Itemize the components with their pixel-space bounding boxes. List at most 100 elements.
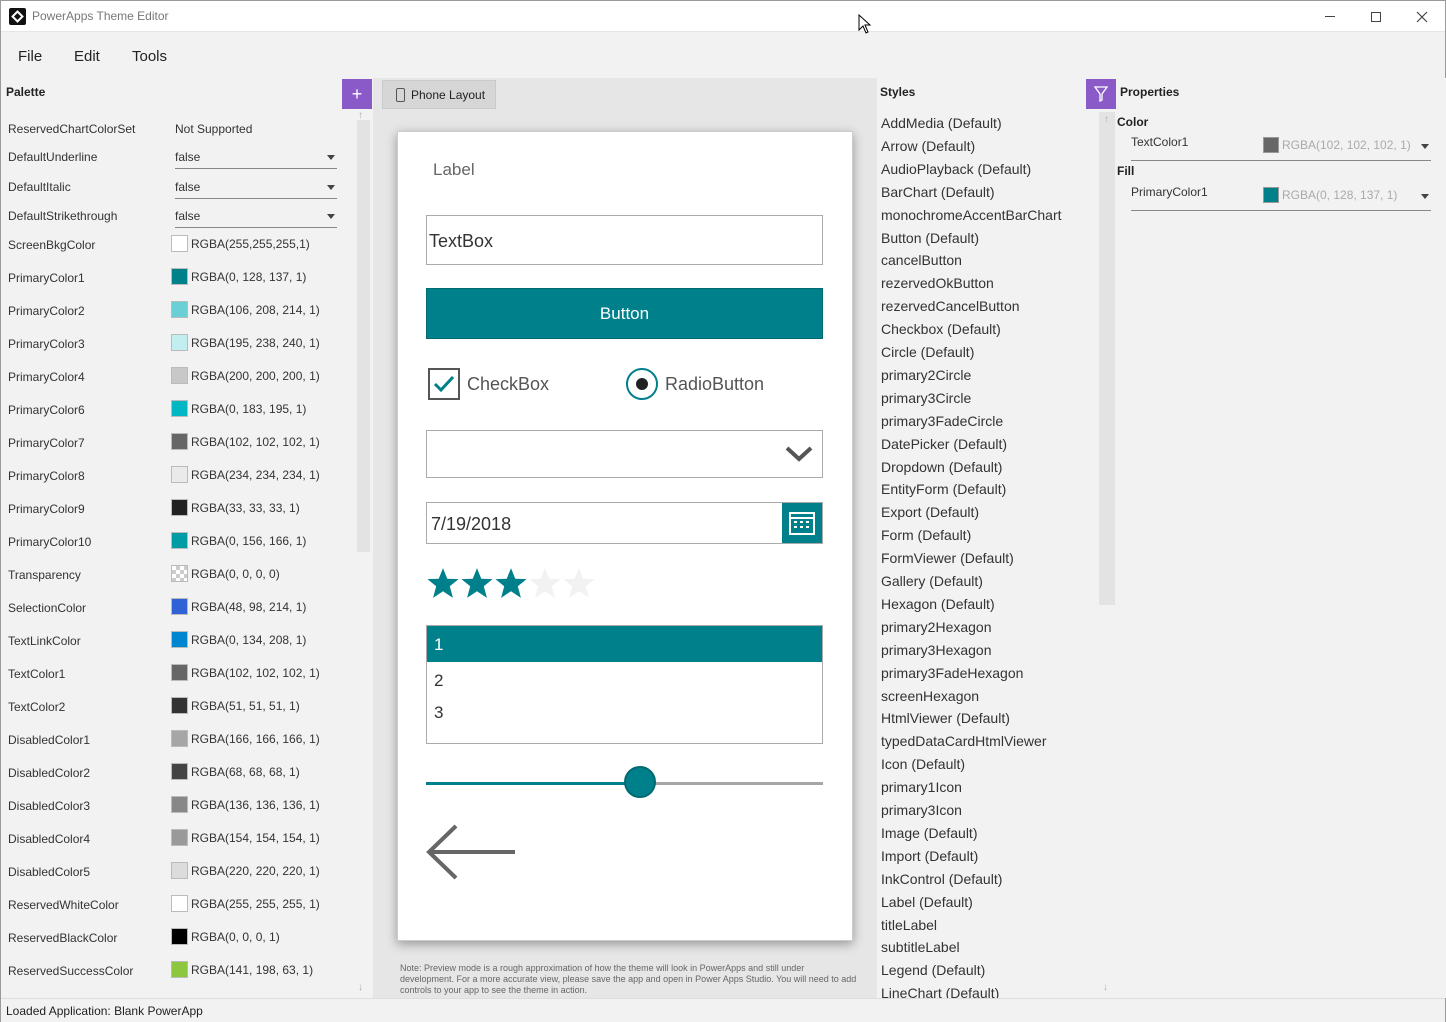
style-item[interactable]: Form (Default): [881, 527, 971, 543]
color-swatch[interactable]: [171, 499, 188, 516]
style-item[interactable]: EntityForm (Default): [881, 481, 1006, 497]
palette-color-row[interactable]: DisabledColor5 RGBA(220, 220, 220, 1): [1, 862, 355, 882]
palette-color-row[interactable]: PrimaryColor9 RGBA(33, 33, 33, 1): [1, 499, 355, 519]
color-swatch[interactable]: [171, 235, 188, 252]
style-item[interactable]: Button (Default): [881, 230, 979, 246]
color-swatch[interactable]: [171, 631, 188, 648]
palette-color-row[interactable]: DisabledColor3 RGBA(136, 136, 136, 1): [1, 796, 355, 816]
slider-thumb[interactable]: [624, 766, 657, 798]
color-swatch[interactable]: [171, 862, 188, 879]
style-item[interactable]: Icon (Default): [881, 756, 965, 772]
palette-color-row[interactable]: PrimaryColor1 RGBA(0, 128, 137, 1): [1, 268, 355, 288]
style-item[interactable]: monochromeAccentBarChart: [881, 207, 1062, 223]
color-swatch[interactable]: [171, 268, 188, 285]
style-item[interactable]: rezervedCancelButton: [881, 298, 1020, 314]
style-item[interactable]: InkControl (Default): [881, 871, 1002, 887]
preview-dropdown[interactable]: [426, 430, 823, 478]
palette-color-row[interactable]: TextColor2 RGBA(51, 51, 51, 1): [1, 697, 355, 717]
style-item[interactable]: Dropdown (Default): [881, 459, 1002, 475]
style-item[interactable]: AudioPlayback (Default): [881, 161, 1031, 177]
style-item[interactable]: screenHexagon: [881, 688, 979, 704]
style-item[interactable]: Export (Default): [881, 504, 979, 520]
preview-datepicker[interactable]: 7/19/2018: [426, 502, 823, 544]
maximize-button[interactable]: [1353, 1, 1399, 32]
style-item[interactable]: DatePicker (Default): [881, 436, 1007, 452]
color-swatch[interactable]: [171, 961, 188, 978]
default-italic-select[interactable]: false: [175, 177, 337, 199]
palette-color-row[interactable]: ReservedBlackColor RGBA(0, 0, 0, 1): [1, 928, 355, 948]
scroll-down-icon[interactable]: ↓: [358, 982, 363, 993]
textcolor1-select[interactable]: TextColor1 RGBA(102, 102, 102, 1): [1131, 135, 1431, 161]
style-item[interactable]: Import (Default): [881, 848, 978, 864]
palette-color-row[interactable]: DisabledColor2 RGBA(68, 68, 68, 1): [1, 763, 355, 783]
scroll-up-icon[interactable]: ↑: [1104, 114, 1109, 125]
palette-color-row[interactable]: PrimaryColor6 RGBA(0, 183, 195, 1): [1, 400, 355, 420]
style-item[interactable]: primary2Circle: [881, 367, 971, 383]
color-swatch[interactable]: [171, 367, 188, 384]
palette-scroll-thumb[interactable]: [357, 120, 370, 552]
style-item[interactable]: FormViewer (Default): [881, 550, 1014, 566]
style-item[interactable]: AddMedia (Default): [881, 115, 1002, 131]
styles-scrollbar[interactable]: ↓: [1099, 112, 1115, 998]
color-swatch[interactable]: [171, 730, 188, 747]
phone-layout-tab[interactable]: Phone Layout: [382, 80, 496, 109]
color-swatch[interactable]: [171, 334, 188, 351]
style-item[interactable]: primary3Hexagon: [881, 642, 992, 658]
color-swatch[interactable]: [171, 697, 188, 714]
scroll-down-icon[interactable]: ↓: [1103, 982, 1108, 993]
palette-color-row[interactable]: PrimaryColor7 RGBA(102, 102, 102, 1): [1, 433, 355, 453]
style-item[interactable]: primary3FadeCircle: [881, 413, 1003, 429]
primarycolor1-select[interactable]: PrimaryColor1 RGBA(0, 128, 137, 1): [1131, 185, 1431, 211]
style-item[interactable]: subtitleLabel: [881, 939, 960, 955]
filter-button[interactable]: [1086, 79, 1116, 109]
preview-textbox[interactable]: TextBox: [426, 215, 823, 265]
preview-checkbox[interactable]: [428, 368, 460, 400]
color-swatch[interactable]: [171, 301, 188, 318]
color-swatch[interactable]: [171, 664, 188, 681]
style-item[interactable]: primary1Icon: [881, 779, 962, 795]
preview-button[interactable]: Button: [426, 288, 823, 339]
color-swatch[interactable]: [171, 598, 188, 615]
palette-color-row[interactable]: PrimaryColor4 RGBA(200, 200, 200, 1): [1, 367, 355, 387]
color-swatch[interactable]: [171, 796, 188, 813]
color-swatch[interactable]: [171, 400, 188, 417]
palette-color-row[interactable]: PrimaryColor10 RGBA(0, 156, 166, 1): [1, 532, 355, 552]
style-item[interactable]: primary3FadeHexagon: [881, 665, 1023, 681]
list-item[interactable]: 1: [427, 626, 822, 662]
palette-color-row[interactable]: ReservedWhiteColor RGBA(255, 255, 255, 1): [1, 895, 355, 915]
palette-color-row[interactable]: DisabledColor4 RGBA(154, 154, 154, 1): [1, 829, 355, 849]
palette-color-row[interactable]: SelectionColor RGBA(48, 98, 214, 1): [1, 598, 355, 618]
color-swatch[interactable]: [171, 565, 188, 582]
star-icon[interactable]: [426, 566, 460, 600]
style-item[interactable]: Legend (Default): [881, 962, 985, 978]
style-item[interactable]: primary2Hexagon: [881, 619, 992, 635]
style-item[interactable]: Circle (Default): [881, 344, 974, 360]
style-item[interactable]: titleLabel: [881, 917, 937, 933]
palette-color-row[interactable]: Transparency RGBA(0, 0, 0, 0): [1, 565, 355, 585]
color-swatch[interactable]: [171, 895, 188, 912]
palette-color-row[interactable]: TextLinkColor RGBA(0, 134, 208, 1): [1, 631, 355, 651]
menu-file[interactable]: File: [18, 48, 42, 65]
palette-color-row[interactable]: PrimaryColor3 RGBA(195, 238, 240, 1): [1, 334, 355, 354]
preview-rating[interactable]: [426, 566, 596, 602]
style-item[interactable]: Label (Default): [881, 894, 973, 910]
add-button[interactable]: +: [342, 79, 372, 109]
style-item[interactable]: typedDataCardHtmlViewer: [881, 733, 1046, 749]
star-icon[interactable]: [494, 566, 528, 600]
style-item[interactable]: Image (Default): [881, 825, 977, 841]
style-item[interactable]: Hexagon (Default): [881, 596, 995, 612]
palette-color-row[interactable]: ReservedSuccessColor RGBA(141, 198, 63, 1…: [1, 961, 355, 981]
palette-color-row[interactable]: PrimaryColor2 RGBA(106, 208, 214, 1): [1, 301, 355, 321]
styles-scroll-thumb[interactable]: [1099, 112, 1115, 605]
style-item[interactable]: primary3Circle: [881, 390, 971, 406]
calendar-button[interactable]: [782, 503, 822, 543]
color-swatch[interactable]: [171, 928, 188, 945]
style-item[interactable]: BarChart (Default): [881, 184, 995, 200]
style-item[interactable]: Arrow (Default): [881, 138, 975, 154]
star-icon[interactable]: [528, 566, 562, 600]
color-swatch[interactable]: [171, 532, 188, 549]
menu-tools[interactable]: Tools: [132, 48, 167, 65]
list-item[interactable]: 3: [427, 694, 822, 730]
style-item[interactable]: Gallery (Default): [881, 573, 983, 589]
preview-radio[interactable]: [626, 368, 658, 400]
